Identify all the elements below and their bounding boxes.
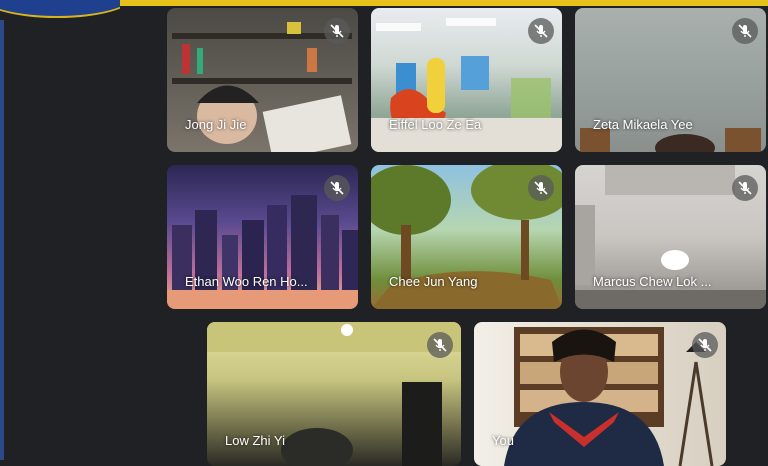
participant-tile[interactable]: Chee Jun Yang xyxy=(371,165,562,309)
muted-mic-icon xyxy=(692,332,718,358)
window-left-edge xyxy=(0,20,4,460)
participant-name: Zeta Mikaela Yee xyxy=(593,117,693,132)
participant-tile[interactable]: Eiffel Loo Ze Ea xyxy=(371,8,562,152)
participant-tile[interactable]: Zeta Mikaela Yee xyxy=(575,8,766,152)
muted-mic-icon xyxy=(324,175,350,201)
app-logo-swoosh xyxy=(0,0,120,20)
participant-tile[interactable]: Ethan Woo Ren Ho... xyxy=(167,165,358,309)
muted-mic-icon xyxy=(732,175,758,201)
participant-name: You xyxy=(492,433,514,448)
participant-name: Jong Ji Jie xyxy=(185,117,247,132)
muted-mic-icon xyxy=(732,18,758,44)
participant-name: Marcus Chew Lok ... xyxy=(593,274,712,289)
muted-mic-icon xyxy=(528,175,554,201)
participant-name: Ethan Woo Ren Ho... xyxy=(185,274,308,289)
muted-mic-icon xyxy=(427,332,453,358)
participant-tile[interactable]: Jong Ji Jie xyxy=(167,8,358,152)
participant-tile[interactable]: Low Zhi Yi xyxy=(207,322,461,466)
participant-tile[interactable]: You xyxy=(474,322,726,466)
participant-name: Low Zhi Yi xyxy=(225,433,285,448)
muted-mic-icon xyxy=(528,18,554,44)
participant-name: Eiffel Loo Ze Ea xyxy=(389,117,482,132)
participant-name: Chee Jun Yang xyxy=(389,274,478,289)
muted-mic-icon xyxy=(324,18,350,44)
participant-tile[interactable]: Marcus Chew Lok ... xyxy=(575,165,766,309)
